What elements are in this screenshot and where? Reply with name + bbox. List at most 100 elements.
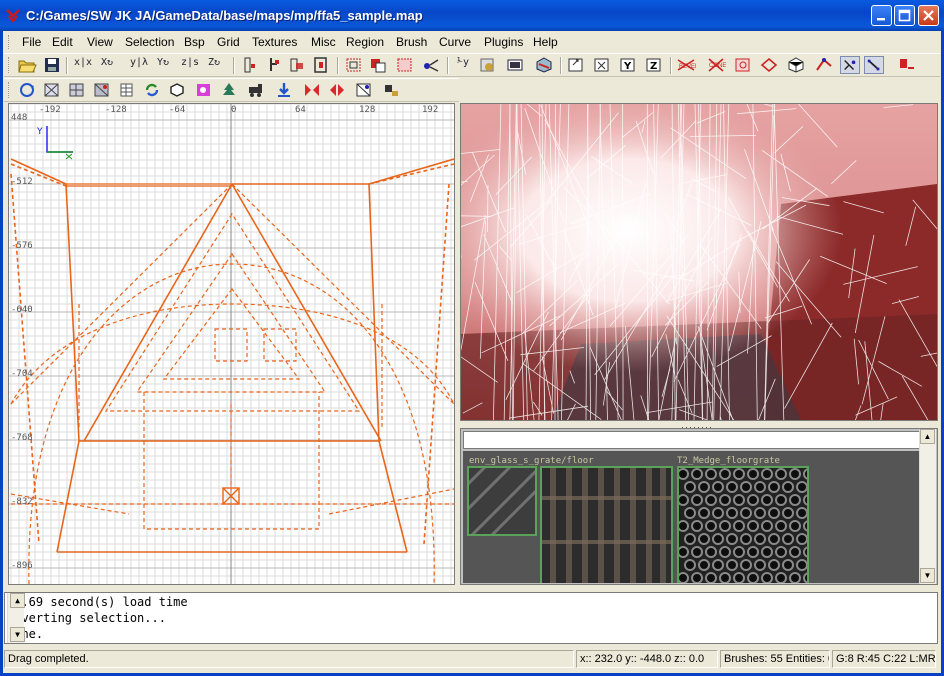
texture-tile-glass[interactable] bbox=[467, 466, 537, 536]
console-splitter-grip[interactable] bbox=[455, 586, 485, 595]
change-views-icon[interactable]: ⅟y bbox=[457, 57, 469, 68]
show-patch-bbox-icon[interactable] bbox=[759, 56, 779, 74]
menu-brush[interactable]: Brush bbox=[396, 35, 427, 49]
toolbar-grip[interactable] bbox=[8, 82, 12, 98]
view-z-icon[interactable]: Z bbox=[644, 56, 664, 74]
patch-drilldown-icon[interactable] bbox=[864, 56, 884, 74]
view-x-icon[interactable] bbox=[566, 56, 586, 74]
open-icon[interactable] bbox=[17, 56, 37, 74]
menu-grid[interactable]: Grid bbox=[217, 35, 240, 49]
view-y-icon[interactable] bbox=[592, 56, 612, 74]
console-scrollbar[interactable]: ▲ ▼ bbox=[7, 593, 25, 643]
plugin-tree-icon[interactable] bbox=[219, 81, 239, 99]
texture-tile-floorgrate[interactable] bbox=[677, 466, 809, 583]
select-complete-tall-icon[interactable] bbox=[239, 56, 259, 74]
menu-grip[interactable] bbox=[8, 35, 12, 49]
menu-view[interactable]: View bbox=[87, 35, 113, 49]
texture-grid[interactable]: env_glass_s_grate/floor T2_Medge_floorgr… bbox=[463, 451, 921, 583]
save-icon[interactable] bbox=[42, 56, 62, 74]
menu-bsp[interactable]: Bsp bbox=[184, 35, 205, 49]
texture-filter-input[interactable] bbox=[463, 431, 921, 449]
minimize-button[interactable] bbox=[871, 5, 892, 26]
camera-preview-icon[interactable] bbox=[194, 81, 214, 99]
flip-x-icon[interactable]: x|x bbox=[74, 57, 92, 68]
clipper-icon[interactable] bbox=[421, 56, 441, 74]
separator bbox=[670, 57, 672, 74]
grate-hole bbox=[705, 468, 717, 480]
console-output[interactable]: 28.69 second(s) load time inverting sele… bbox=[4, 592, 938, 644]
camera-view-3d[interactable] bbox=[460, 103, 938, 421]
app-icon[interactable] bbox=[5, 7, 22, 24]
view-y-label-icon[interactable]: Y bbox=[618, 56, 638, 74]
brush-outlines[interactable] bbox=[10, 158, 454, 553]
separator bbox=[560, 57, 562, 74]
patch-wireframe-icon[interactable] bbox=[786, 56, 806, 74]
refresh-icon[interactable] bbox=[142, 81, 162, 99]
maximize-button[interactable] bbox=[894, 5, 915, 26]
clip-icon[interactable] bbox=[354, 81, 374, 99]
patch-welding-icon[interactable] bbox=[840, 56, 860, 74]
brush-flip-icon[interactable] bbox=[302, 81, 322, 99]
menu-region[interactable]: Region bbox=[346, 35, 384, 49]
dont-select-curves-icon[interactable] bbox=[733, 56, 753, 74]
menu-selection[interactable]: Selection bbox=[125, 35, 174, 49]
menu-misc[interactable]: Misc bbox=[311, 35, 336, 49]
close-button[interactable] bbox=[918, 5, 939, 26]
csg-merge-icon[interactable] bbox=[395, 56, 415, 74]
rotate-z-icon[interactable]: Z↻ bbox=[208, 57, 220, 68]
rotate-icon[interactable] bbox=[17, 81, 37, 99]
camera-canvas[interactable] bbox=[461, 104, 937, 420]
scroll-down-arrow[interactable]: ▼ bbox=[10, 627, 25, 642]
csg-subtract-icon[interactable] bbox=[368, 56, 388, 74]
menu-plugins[interactable]: Plugins bbox=[484, 35, 523, 49]
grate-hole bbox=[740, 559, 752, 571]
grate-hole bbox=[733, 468, 745, 480]
menu-file[interactable]: File bbox=[22, 35, 41, 49]
flip-z-icon[interactable]: z|s bbox=[181, 57, 199, 68]
select-inside-icon[interactable] bbox=[311, 56, 331, 74]
grid-canvas[interactable]: Y -192 -128 -64 0 64 128 192 448 -512 -5… bbox=[9, 104, 454, 584]
plugin-train-icon[interactable] bbox=[246, 81, 266, 99]
curve-mirror-icon[interactable] bbox=[327, 81, 347, 99]
flip-y-icon[interactable]: y|λ bbox=[130, 57, 148, 68]
menu-help[interactable]: Help bbox=[533, 35, 558, 49]
texture-scrollbar[interactable]: ▲ ▼ bbox=[919, 429, 936, 584]
texture-tile-grate[interactable] bbox=[540, 466, 673, 583]
patch-bend-icon[interactable] bbox=[814, 56, 834, 74]
patch-bevel-icon[interactable]: BEVEL bbox=[676, 56, 696, 74]
csg-hollow-icon[interactable] bbox=[344, 56, 364, 74]
grate-hole bbox=[705, 494, 717, 506]
rotate-x-icon[interactable]: X↻ bbox=[101, 57, 113, 68]
camera-icon[interactable] bbox=[505, 56, 525, 74]
title-bar[interactable]: C:/Games/SW JK JA/GameData/base/maps/mp/… bbox=[0, 0, 944, 31]
horizontal-splitter[interactable] bbox=[460, 421, 938, 428]
patch-cone-icon[interactable]: CONE bbox=[706, 56, 726, 74]
scroll-down-arrow[interactable]: ▼ bbox=[920, 568, 935, 583]
entities-as-boxes-icon[interactable] bbox=[42, 81, 62, 99]
cube-view-icon[interactable] bbox=[167, 81, 187, 99]
scroll-up-arrow[interactable]: ▲ bbox=[920, 429, 935, 444]
texture-browser[interactable]: env_glass_s_grate/floor T2_Medge_floorgr… bbox=[460, 428, 938, 585]
entities-selected-icon[interactable] bbox=[92, 81, 112, 99]
scroll-up-arrow[interactable]: ▲ bbox=[10, 593, 25, 608]
coord-left-label: -896 bbox=[11, 561, 33, 571]
console-line: inverting selection... bbox=[7, 611, 166, 625]
menu-curve[interactable]: Curve bbox=[439, 35, 471, 49]
plugin-drop-icon[interactable] bbox=[274, 81, 294, 99]
texture-lock-icon[interactable] bbox=[477, 56, 497, 74]
grid-view-xy[interactable]: Y -192 -128 -64 0 64 128 192 448 -512 -5… bbox=[8, 103, 455, 585]
scale-lock-icon[interactable] bbox=[897, 56, 917, 74]
coord-left-label: 448 bbox=[11, 113, 27, 123]
separator bbox=[66, 57, 68, 74]
coord-left-label: -704 bbox=[11, 369, 33, 379]
plugin-table-icon[interactable] bbox=[117, 81, 137, 99]
select-touching-icon[interactable] bbox=[263, 56, 283, 74]
rotate-y-icon[interactable]: Y↻ bbox=[157, 57, 169, 68]
cube-icon[interactable] bbox=[534, 56, 554, 74]
select-partial-tall-icon[interactable] bbox=[287, 56, 307, 74]
menu-edit[interactable]: Edit bbox=[52, 35, 73, 49]
plugin-misc-icon[interactable] bbox=[381, 81, 401, 99]
menu-textures[interactable]: Textures bbox=[252, 35, 297, 49]
entities-wireframe-icon[interactable] bbox=[67, 81, 87, 99]
toolbar-grip[interactable] bbox=[8, 57, 12, 73]
